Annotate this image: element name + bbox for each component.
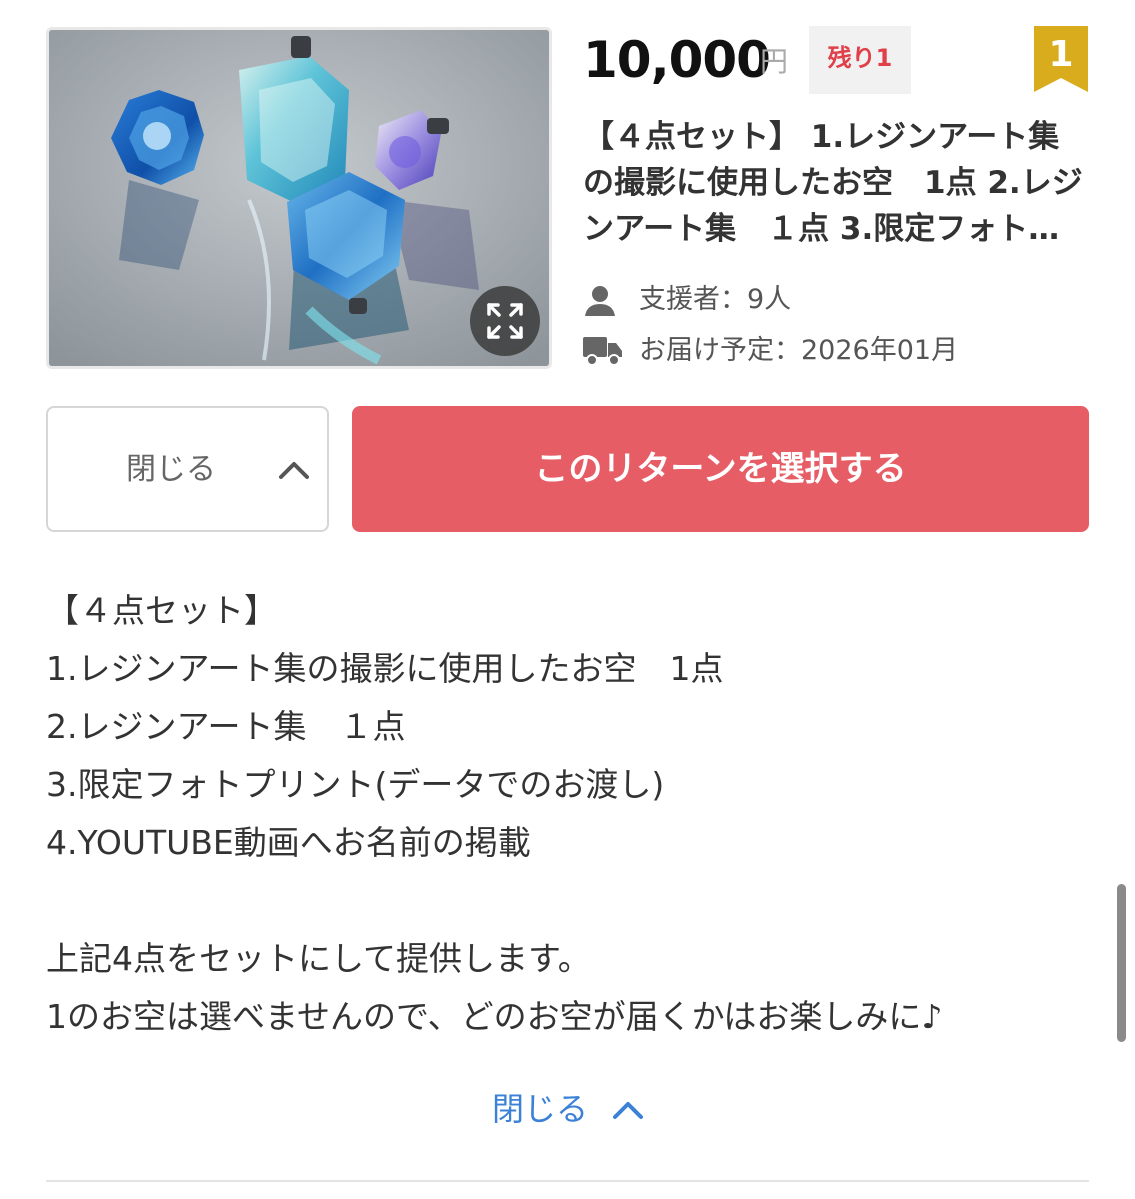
close-button[interactable]: 閉じる bbox=[46, 406, 329, 532]
expand-icon bbox=[487, 303, 523, 339]
description-line: 【４点セット】 bbox=[46, 591, 277, 630]
description-line bbox=[46, 872, 1106, 930]
rank-badge: 1 bbox=[1034, 26, 1088, 92]
description-line: 2.レジンアート集 １点 bbox=[46, 707, 406, 746]
truck-icon bbox=[583, 337, 622, 366]
description-line: 1のお空は選べませんので、どのお空が届くかはお楽しみに♪ bbox=[46, 997, 943, 1036]
reward-description: 【４点セット】 1.レジンアート集の撮影に使用したお空 1点 2.レジンアート集… bbox=[46, 582, 1106, 1046]
description-line: 4.YOUTUBE動画へお名前の掲載 bbox=[46, 823, 531, 862]
chevron-up-icon bbox=[279, 462, 309, 479]
scrollbar[interactable] bbox=[1117, 884, 1126, 1042]
description-line: 3.限定フォトプリント(データでのお渡し) bbox=[46, 765, 665, 804]
reward-title: 【４点セット】 1.レジンアート集の撮影に使用したお空 1点 2.レジンアート集… bbox=[583, 119, 1083, 247]
close-link-label: 閉じる bbox=[492, 1090, 589, 1128]
divider bbox=[46, 1180, 1089, 1182]
chevron-up-icon bbox=[613, 1102, 643, 1119]
delivery-date: お届け予定：2026年01月 bbox=[639, 335, 959, 366]
close-button-label: 閉じる bbox=[126, 452, 216, 487]
description-line: 上記4点をセットにして提供します。 bbox=[46, 939, 591, 978]
person-icon bbox=[585, 286, 615, 316]
supporters-count: 支援者：9人 bbox=[639, 284, 792, 315]
rank-number: 1 bbox=[1048, 34, 1074, 75]
close-link[interactable]: 閉じる bbox=[492, 1086, 643, 1132]
remaining-badge: 残り1 bbox=[809, 26, 911, 94]
reward-image[interactable] bbox=[46, 27, 552, 369]
expand-image-button[interactable] bbox=[470, 286, 540, 356]
reward-price: 10,000 bbox=[583, 31, 771, 89]
currency-label: 円 bbox=[760, 45, 789, 78]
description-line: 1.レジンアート集の撮影に使用したお空 1点 bbox=[46, 649, 724, 688]
select-reward-button[interactable]: このリターンを選択する bbox=[352, 406, 1089, 532]
